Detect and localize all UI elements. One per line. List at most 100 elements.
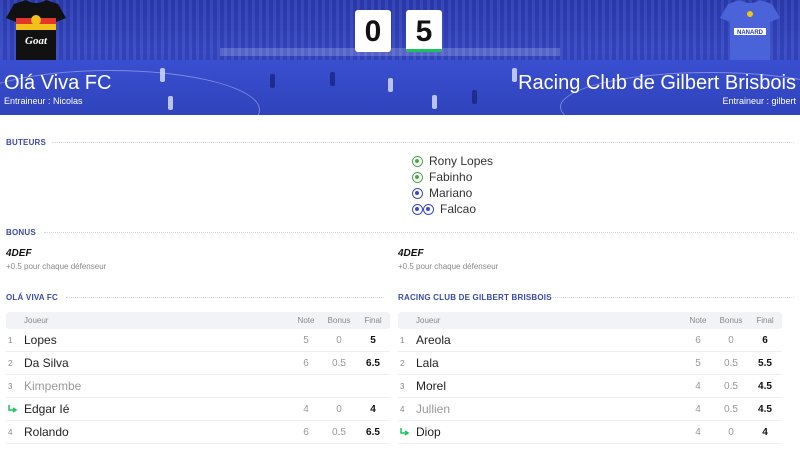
table-row[interactable]: 4 Jullien 4 0.5 4.5 [398,398,782,421]
player-bonus: 0.5 [724,403,738,415]
scorer-item: Rony Lopes [412,153,493,169]
player-final: 6.5 [366,357,380,369]
player-bonus: 0.5 [332,426,346,438]
player-name[interactable]: Diop [416,425,682,439]
section-divider [66,297,384,298]
player-final: 4 [762,426,768,438]
player-bonus: 0.5 [332,357,346,369]
player-bonus: 0 [728,426,734,438]
player-number: 1 [400,335,405,345]
pitch-player [270,74,275,88]
scorer-name: Falcao [440,202,477,216]
player-note: 4 [695,403,701,415]
match-header: Goat NANARD 0 5 Olá Viva FC Racing Club … [0,0,800,115]
player-number: 2 [8,358,13,368]
player-note: 4 [695,426,701,438]
goal-ball-icon [412,155,423,167]
player-note: 6 [303,426,309,438]
home-jersey-text: Goat [25,35,48,47]
home-table-title: OLÁ VIVA FC [6,293,58,302]
player-number: 3 [400,381,405,391]
table-row[interactable]: Diop 4 0 4 [398,421,782,444]
col-player[interactable]: Joueur [24,316,290,325]
player-name[interactable]: Lopes [24,333,290,347]
col-player[interactable]: Joueur [416,316,682,325]
table-row[interactable]: 1 Lopes 5 0 5 [6,329,390,352]
home-bonus-name: 4DEF [6,248,32,259]
pitch-player [432,95,437,109]
home-score: 0 [355,10,391,52]
col-final[interactable]: Final [748,316,782,325]
table-row[interactable]: 1 Areola 6 0 6 [398,329,782,352]
player-number: 2 [400,358,405,368]
table-row[interactable]: 2 Lala 5 0.5 5.5 [398,352,782,375]
home-jersey-icon: Goat [6,0,66,60]
away-coach: Entraineur : gilbert [722,96,796,106]
goal-ball-icon [412,187,423,199]
player-note: 4 [303,403,309,415]
scorer-name: Rony Lopes [429,154,494,168]
player-bonus: 0 [336,403,342,415]
double-goal-ball-icon [412,203,423,215]
table-row[interactable]: Edgar Ié 4 0 4 [6,398,390,421]
scorers-title: BUTEURS [6,138,47,147]
pitch-player [512,68,517,82]
scorer-name: Mariano [429,186,473,200]
player-name[interactable]: Areola [416,333,682,347]
col-final[interactable]: Final [356,316,390,325]
home-team-name[interactable]: Olá Viva FC [4,72,111,95]
substitution-in-icon [400,428,410,436]
col-note[interactable]: Note [682,316,714,325]
player-final: 5.5 [758,357,772,369]
col-bonus[interactable]: Bonus [322,316,356,325]
player-final: 4.5 [758,403,772,415]
table-header: Joueur Note Bonus Final [6,312,390,329]
player-number: 4 [400,404,405,414]
table-row[interactable]: 4 Rolando 6 0.5 6.5 [6,421,390,444]
away-bonus-name: 4DEF [398,248,424,259]
player-bonus: 0.5 [724,380,738,392]
home-player-table: Joueur Note Bonus Final 1 Lopes 5 0 5 2 … [6,312,390,444]
player-name[interactable]: Da Silva [24,356,290,370]
bonus-title: BONUS [6,228,36,237]
double-goal-ball-icon [423,203,434,215]
player-number: 1 [8,335,13,345]
section-divider [52,142,794,143]
away-bonus-desc: +0.5 pour chaque défenseur [398,262,499,271]
player-bonus: 0.5 [724,357,738,369]
player-name[interactable]: Lala [416,356,682,370]
away-team-name[interactable]: Racing Club de Gilbert Brisbois [518,72,796,95]
player-name[interactable]: Jullien [416,402,682,416]
table-header: Joueur Note Bonus Final [398,312,782,329]
table-row[interactable]: 2 Da Silva 6 0.5 6.5 [6,352,390,375]
player-name[interactable]: Edgar Ié [24,402,290,416]
player-name[interactable]: Morel [416,379,682,393]
scorer-name: Fabinho [429,170,473,184]
pitch-player [472,90,477,104]
section-divider [546,297,794,298]
scorer-item: Fabinho [412,169,493,185]
away-table-title: RACING CLUB DE GILBERT BRISBOIS [398,293,552,302]
player-final: 4.5 [758,380,772,392]
away-score: 5 [406,10,442,52]
pitch-player [330,72,335,86]
player-number: 4 [8,427,13,437]
player-note: 5 [695,357,701,369]
away-jersey-text: NANARD [737,30,764,36]
player-note: 5 [303,334,309,346]
player-final: 6.5 [366,426,380,438]
col-bonus[interactable]: Bonus [714,316,748,325]
away-jersey-icon: NANARD [720,0,780,60]
player-bonus: 0 [728,334,734,346]
player-final: 6 [762,334,768,346]
section-divider [44,232,794,233]
col-note[interactable]: Note [290,316,322,325]
table-row[interactable]: 3 Morel 4 0.5 4.5 [398,375,782,398]
goal-ball-icon [412,171,423,183]
scorers-list: Rony Lopes Fabinho Mariano Falcao [412,153,493,217]
player-name[interactable]: Rolando [24,425,290,439]
table-row[interactable]: 3 Kimpembe [6,375,390,398]
scorer-item: Falcao [412,201,493,217]
player-name[interactable]: Kimpembe [24,379,290,393]
pitch-player [160,68,165,82]
